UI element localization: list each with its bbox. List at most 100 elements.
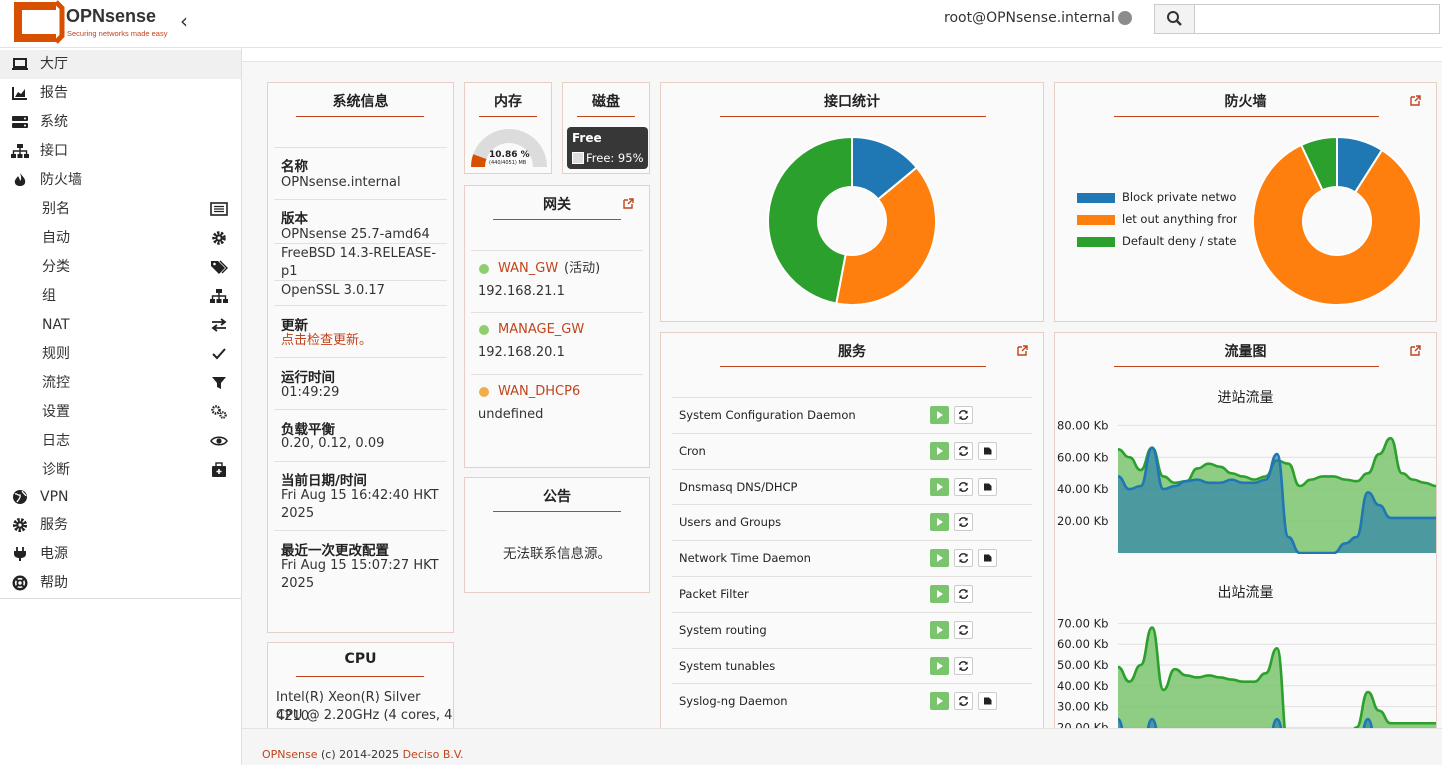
gateway-status-icon	[479, 264, 489, 274]
sidebar-item-label: 帮助	[40, 575, 68, 591]
sidebar-subitem-nat[interactable]: NAT	[0, 311, 241, 340]
title-underline	[1114, 116, 1379, 117]
inbound-traffic-chart: 80.00 Kb 60.00 Kb 40.00 Kb 20.00 Kb	[1057, 418, 1436, 554]
services-widget: 服务 System Configuration Daemon Cron Dnsmas…	[660, 332, 1044, 728]
sidebar-item-services[interactable]: 服务	[0, 511, 241, 540]
service-stop-button[interactable]	[978, 441, 997, 460]
row-separator	[672, 647, 1032, 649]
version-line: p1	[281, 264, 298, 279]
sidebar-item-label: VPN	[40, 489, 69, 505]
external-link-icon[interactable]	[1017, 345, 1028, 356]
page-footer: OPNsense (c) 2014-2025 Deciso B.V.	[242, 728, 1442, 765]
search-button[interactable]	[1154, 4, 1194, 34]
sidebar-item-power[interactable]: 电源	[0, 540, 241, 569]
row-separator	[471, 312, 643, 313]
last-config-line: 2025	[281, 576, 315, 591]
service-name: Dnsmasq DNS/DHCP	[679, 479, 798, 494]
sidebar-subitem-logs[interactable]: 日志	[0, 427, 241, 456]
service-restart-button[interactable]	[954, 477, 973, 496]
legend-entry[interactable]: let out anything from fir	[1077, 213, 1237, 227]
legend-swatch	[1077, 193, 1115, 203]
sidebar-item-label: 别名	[42, 201, 70, 217]
stop-icon	[984, 697, 992, 705]
sidebar-item-reports[interactable]: 报告	[0, 79, 241, 108]
sidebar-subitem-automation[interactable]: 自动	[0, 224, 241, 253]
play-icon	[937, 661, 943, 670]
service-restart-button[interactable]	[954, 406, 973, 424]
sidebar-subitem-diagnostics[interactable]: 诊断	[0, 456, 241, 485]
sidebar-subitem-rules[interactable]: 规则	[0, 340, 241, 369]
sidebar-item-label: 大厅	[40, 56, 68, 72]
service-restart-button[interactable]	[954, 513, 973, 532]
service-stop-button[interactable]	[978, 549, 997, 568]
sidebar-item-interfaces[interactable]: 接口	[0, 137, 241, 166]
tooltip-value: Free: 95%	[586, 151, 644, 165]
sidebar-item-label: 防火墙	[40, 172, 82, 188]
service-restart-button[interactable]	[954, 656, 973, 675]
memory-widget: 内存 10.86 % (440/4051) MB	[464, 82, 552, 174]
sidebar-subitem-settings[interactable]: 设置	[0, 398, 241, 427]
service-restart-button[interactable]	[954, 549, 973, 568]
title-underline	[577, 116, 635, 117]
service-stop-button[interactable]	[978, 692, 997, 711]
service-start-button[interactable]	[930, 477, 949, 496]
sidebar-item-label: 组	[42, 288, 56, 304]
gateway-name-link[interactable]: MANAGE_GW	[498, 320, 584, 339]
sidebar-item-system[interactable]: 系统	[0, 108, 241, 137]
footer-company-link[interactable]: Deciso B.V.	[403, 748, 464, 761]
sidebar-item-lobby[interactable]: 大厅	[0, 50, 241, 79]
service-restart-button[interactable]	[954, 620, 973, 639]
service-start-button[interactable]	[930, 692, 949, 711]
row-separator	[274, 409, 447, 410]
sidebar-item-vpn[interactable]: VPN	[0, 483, 241, 512]
refresh-icon	[958, 589, 969, 599]
search-input[interactable]	[1194, 4, 1440, 34]
service-restart-button[interactable]	[954, 585, 973, 603]
sidebar-subitem-shaper[interactable]: 流控	[0, 369, 241, 398]
datetime-line: 2025	[281, 506, 315, 521]
collapse-sidebar-icon[interactable]: ‹	[180, 10, 200, 32]
sidebar-item-help[interactable]: 帮助	[0, 569, 241, 598]
refresh-icon	[958, 660, 969, 671]
service-restart-button[interactable]	[954, 441, 973, 460]
sidebar-subitem-groups[interactable]: 组	[0, 282, 241, 311]
datetime-line: Fri Aug 15 16:42:40 HKT	[281, 488, 439, 503]
service-name: System routing	[679, 622, 767, 637]
play-icon	[937, 625, 943, 634]
external-link-icon[interactable]	[623, 198, 634, 209]
medkit-icon	[212, 462, 226, 477]
gateway-name-link[interactable]: WAN_DHCP6	[498, 382, 580, 401]
service-start-button[interactable]	[930, 441, 949, 460]
sidebar-subitem-categories[interactable]: 分类	[0, 253, 241, 282]
outbound-traffic-chart: 70.00 Kb 60.00 Kb 50.00 Kb 40.00 Kb 30.00 Kb…	[1057, 616, 1436, 728]
service-start-button[interactable]	[930, 513, 949, 532]
service-start-button[interactable]	[930, 406, 949, 424]
sidebar-item-label: 自动	[42, 230, 70, 246]
service-start-button[interactable]	[930, 585, 949, 603]
check-updates-link[interactable]: 点击检查更新。	[281, 331, 372, 350]
service-start-button[interactable]	[930, 549, 949, 568]
widget-title: 服务	[838, 344, 866, 360]
legend-entry[interactable]: Default deny / state viol	[1077, 235, 1237, 249]
service-name: Users and Groups	[679, 515, 782, 530]
service-start-button[interactable]	[930, 620, 949, 639]
row-separator	[672, 611, 1032, 613]
gateways-widget: 网关 WAN_GW (活动) 192.168.21.1 MANAGE_GW 19…	[464, 185, 650, 468]
gateway-name-link[interactable]: WAN_GW	[498, 259, 558, 278]
service-start-button[interactable]	[930, 656, 949, 675]
external-link-icon[interactable]	[1410, 345, 1421, 356]
service-stop-button[interactable]	[978, 477, 997, 496]
sidebar-subitem-aliases[interactable]: 别名	[0, 195, 241, 224]
play-icon	[937, 518, 943, 527]
sidebar-item-label: 电源	[40, 546, 68, 562]
sidebar-item-firewall[interactable]: 防火墙	[0, 166, 241, 195]
play-icon	[937, 554, 943, 563]
opnsense-logo[interactable]: OPNsense Securing networks made easy	[10, 0, 180, 44]
donut-slice[interactable]	[767, 135, 853, 305]
footer-brand-link[interactable]: OPNsense	[262, 748, 318, 761]
external-link-icon[interactable]	[1410, 95, 1421, 106]
legend-entry[interactable]: Block private networks	[1077, 191, 1237, 203]
status-indicator-icon[interactable]	[1118, 11, 1132, 25]
sidebar-item-label: 分类	[42, 259, 70, 275]
service-restart-button[interactable]	[954, 692, 973, 711]
